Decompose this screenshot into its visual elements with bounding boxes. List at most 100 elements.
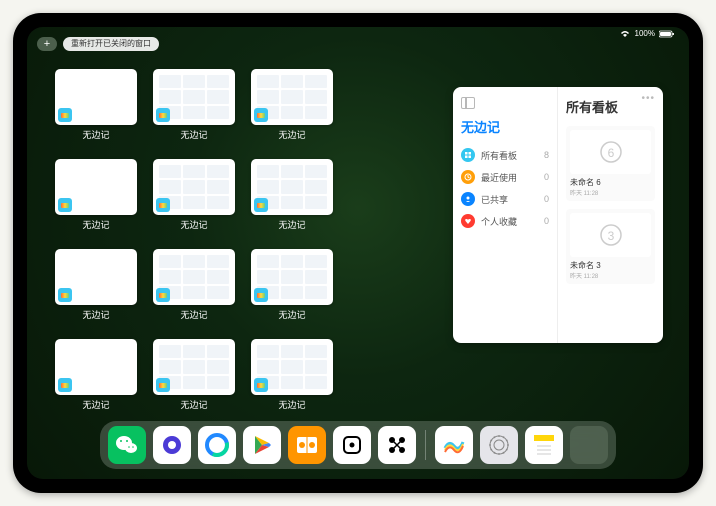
window-thumbnail xyxy=(153,249,235,305)
nav-item-count: 0 xyxy=(544,194,549,204)
nav-item-count: 8 xyxy=(544,150,549,160)
board-thumbnail: 3 xyxy=(570,213,651,257)
window-thumbnail xyxy=(55,339,137,395)
window-item[interactable]: 无边记 xyxy=(251,69,333,141)
grid-icon xyxy=(461,148,475,162)
new-window-button[interactable]: + xyxy=(37,37,57,51)
more-icon[interactable]: ••• xyxy=(641,93,655,104)
dock-app-qqbrowser[interactable] xyxy=(198,426,236,464)
window-item[interactable]: 无边记 xyxy=(153,69,235,141)
dock-app-settings[interactable] xyxy=(480,426,518,464)
freeform-app-icon xyxy=(58,378,72,392)
board-subtitle: 昨天 11:28 xyxy=(570,271,651,280)
window-item[interactable]: 无边记 xyxy=(251,339,333,411)
dock-folder[interactable] xyxy=(570,426,608,464)
nav-item-label: 个人收藏 xyxy=(481,215,517,228)
dock-app-connect[interactable] xyxy=(378,426,416,464)
dock-app-freeform[interactable] xyxy=(435,426,473,464)
dock xyxy=(100,421,616,469)
window-label: 无边记 xyxy=(82,128,109,141)
window-item[interactable]: 无边记 xyxy=(55,69,137,141)
board-card[interactable]: 6 未命名 6昨天 11:28 xyxy=(566,126,655,201)
window-item[interactable]: 无边记 xyxy=(251,159,333,231)
dock-app-books[interactable] xyxy=(288,426,326,464)
freeform-app-icon xyxy=(254,378,268,392)
screen: 100% + 重新打开已关闭的窗口 无边记无边记无边记无边记无边记无边记无边记无… xyxy=(27,27,689,479)
window-label: 无边记 xyxy=(180,308,207,321)
top-bar: + 重新打开已关闭的窗口 xyxy=(37,37,159,51)
dock-app-play[interactable] xyxy=(243,426,281,464)
dock-app-quark[interactable] xyxy=(153,426,191,464)
share-icon xyxy=(461,192,475,206)
battery-icon xyxy=(659,30,675,38)
svg-text:6: 6 xyxy=(607,146,614,160)
board-thumbnail: 6 xyxy=(570,130,651,174)
heart-icon xyxy=(461,214,475,228)
window-thumbnail xyxy=(251,339,333,395)
window-item[interactable]: 无边记 xyxy=(55,249,137,321)
window-thumbnail xyxy=(251,249,333,305)
side-panel-nav: 无边记 所有看板 8 最近使用 0 已共享 0 个人收藏 0 xyxy=(453,87,558,343)
freeform-app-icon xyxy=(58,108,72,122)
dock-app-dice[interactable] xyxy=(333,426,371,464)
window-item[interactable]: 无边记 xyxy=(55,339,137,411)
nav-item-count: 0 xyxy=(544,172,549,182)
nav-item-grid[interactable]: 所有看板 8 xyxy=(461,144,549,166)
dock-app-wechat[interactable] xyxy=(108,426,146,464)
side-panel-title: 无边记 xyxy=(461,117,549,136)
nav-item-clock[interactable]: 最近使用 0 xyxy=(461,166,549,188)
freeform-app-icon xyxy=(254,198,268,212)
nav-item-heart[interactable]: 个人收藏 0 xyxy=(461,210,549,232)
dock-app-notes[interactable] xyxy=(525,426,563,464)
window-item[interactable]: 无边记 xyxy=(153,339,235,411)
window-label: 无边记 xyxy=(82,218,109,231)
window-thumbnail xyxy=(153,339,235,395)
nav-item-share[interactable]: 已共享 0 xyxy=(461,188,549,210)
board-title: 未命名 6 xyxy=(570,177,651,188)
nav-item-label: 已共享 xyxy=(481,193,508,206)
window-thumbnail xyxy=(55,249,137,305)
wifi-icon xyxy=(619,30,631,38)
freeform-app-icon xyxy=(156,288,170,302)
dock-separator xyxy=(425,430,426,460)
side-panel: 无边记 所有看板8最近使用0已共享0个人收藏0 ••• 所有看板 6未命名 6昨… xyxy=(453,87,663,343)
freeform-app-icon xyxy=(156,108,170,122)
window-label: 无边记 xyxy=(180,398,207,411)
side-panel-boards: ••• 所有看板 6未命名 6昨天 11:283未命名 3昨天 11:28 xyxy=(558,87,663,343)
window-label: 无边记 xyxy=(278,398,305,411)
reopen-closed-button[interactable]: 重新打开已关闭的窗口 xyxy=(63,37,159,51)
nav-item-count: 0 xyxy=(544,216,549,226)
window-item[interactable]: 无边记 xyxy=(55,159,137,231)
window-label: 无边记 xyxy=(180,128,207,141)
board-card[interactable]: 3未命名 3昨天 11:28 xyxy=(566,209,655,284)
window-item[interactable]: 无边记 xyxy=(153,159,235,231)
ipad-frame: 100% + 重新打开已关闭的窗口 无边记无边记无边记无边记无边记无边记无边记无… xyxy=(13,13,703,493)
window-label: 无边记 xyxy=(82,308,109,321)
window-thumbnail xyxy=(55,159,137,215)
window-label: 无边记 xyxy=(180,218,207,231)
status-bar: 100% xyxy=(619,29,675,38)
window-thumbnail xyxy=(251,159,333,215)
window-grid: 无边记无边记无边记无边记无边记无边记无边记无边记无边记无边记无边记无边记 xyxy=(55,69,333,411)
window-label: 无边记 xyxy=(82,398,109,411)
freeform-app-icon xyxy=(156,198,170,212)
clock-icon xyxy=(461,170,475,184)
freeform-app-icon xyxy=(254,288,268,302)
window-label: 无边记 xyxy=(278,218,305,231)
freeform-app-icon xyxy=(58,288,72,302)
freeform-app-icon xyxy=(58,198,72,212)
freeform-app-icon xyxy=(156,378,170,392)
window-thumbnail xyxy=(55,69,137,125)
window-thumbnail xyxy=(251,69,333,125)
sidebar-toggle-icon[interactable] xyxy=(461,97,475,109)
svg-text:3: 3 xyxy=(607,229,614,243)
window-thumbnail xyxy=(153,159,235,215)
window-thumbnail xyxy=(153,69,235,125)
window-item[interactable]: 无边记 xyxy=(153,249,235,321)
window-item[interactable]: 无边记 xyxy=(251,249,333,321)
window-label: 无边记 xyxy=(278,308,305,321)
freeform-app-icon xyxy=(254,108,268,122)
nav-item-label: 最近使用 xyxy=(481,171,517,184)
nav-item-label: 所有看板 xyxy=(481,149,517,162)
board-subtitle: 昨天 11:28 xyxy=(570,188,651,197)
